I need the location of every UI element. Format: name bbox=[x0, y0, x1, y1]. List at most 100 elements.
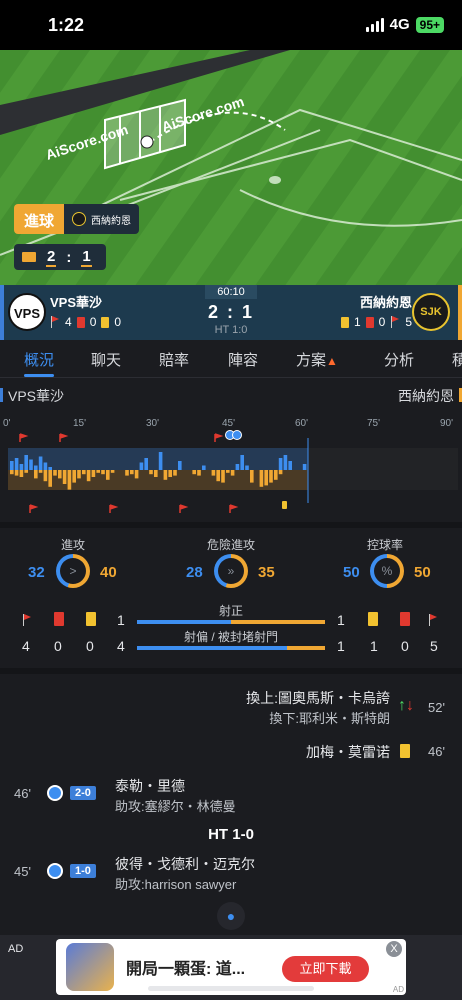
stats-panel: 進攻 32 > 40 危險進攻 28 » 35 控球率 50 % 50 1 射正… bbox=[0, 522, 462, 662]
home-momentum-bar bbox=[283, 455, 288, 470]
tab-odds[interactable]: 賠率 bbox=[159, 349, 189, 370]
away-momentum-bar bbox=[221, 470, 225, 483]
corner-flag-icon bbox=[109, 504, 119, 513]
corner-flag-icon bbox=[390, 316, 400, 328]
away-yellow: 1 bbox=[353, 315, 361, 329]
yellow-card-icon bbox=[400, 744, 410, 758]
tab-overview[interactable]: 概況 bbox=[24, 349, 54, 370]
tick-0: 0' bbox=[3, 418, 11, 429]
goal-event-badge: 進球 西納約恩 bbox=[14, 204, 140, 234]
shots-on-label: 射正 bbox=[218, 604, 243, 618]
corner-flag-icon bbox=[229, 504, 239, 513]
team-logo-icon bbox=[72, 212, 87, 226]
dangerous-away: 35 bbox=[258, 564, 275, 581]
home-momentum-bar bbox=[24, 455, 28, 470]
status-bar: 1:22 4G 95+ bbox=[0, 0, 462, 50]
home-momentum-bar bbox=[43, 462, 48, 470]
shots-off-bar bbox=[137, 646, 325, 650]
goal1-assist: 助攻:harrison sawyer bbox=[115, 877, 237, 892]
goal-ball-icon bbox=[232, 430, 242, 440]
corner-flag-icon bbox=[179, 504, 189, 513]
goal1-score: 1-0 bbox=[70, 864, 96, 878]
double-chevron-icon: » bbox=[218, 558, 244, 584]
goal-label: 進球 bbox=[14, 204, 65, 234]
corner-flag-icon bbox=[59, 433, 69, 442]
away-red-count: 0 bbox=[401, 638, 409, 654]
goal1-scorer: 彼得・戈德利・迈克尔 bbox=[115, 856, 255, 872]
dangerous-label: 危險進攻 bbox=[206, 538, 255, 552]
match-clock: 60:10 bbox=[205, 285, 257, 299]
away-red: 0 bbox=[378, 315, 386, 329]
away-momentum-bar bbox=[216, 470, 220, 482]
home-momentum-bar bbox=[10, 461, 14, 470]
home-band bbox=[8, 448, 308, 470]
home-momentum-bar bbox=[38, 456, 43, 470]
corner-flag-icon bbox=[19, 433, 29, 442]
ball-icon bbox=[140, 135, 154, 149]
away-momentum-bar bbox=[43, 470, 48, 482]
status-time: 1:22 bbox=[48, 15, 85, 35]
home-momentum-bar bbox=[34, 465, 38, 470]
tab-tips-label: 方案 bbox=[296, 352, 327, 369]
away-momentum-bar bbox=[130, 470, 134, 475]
away-momentum-bar bbox=[226, 470, 230, 473]
momentum-home-label: VPS華沙 bbox=[0, 388, 65, 404]
away-corners-count: 5 bbox=[430, 638, 438, 654]
home-momentum-bar bbox=[14, 458, 19, 470]
momentum-graph: 0' 15' 30' 45' 60' 75' 90' bbox=[3, 418, 458, 513]
tab-standings[interactable]: 積 bbox=[452, 349, 462, 370]
tab-tips[interactable]: 方案▲ bbox=[296, 349, 338, 370]
away-momentum-bar bbox=[77, 470, 81, 479]
yellow-card-icon bbox=[340, 316, 349, 328]
sub-out: 換下:耶利米・斯特朗 bbox=[269, 711, 390, 726]
goal-ball-icon bbox=[47, 863, 63, 879]
away-team-logo[interactable]: SJK bbox=[412, 293, 450, 331]
home-momentum-bar bbox=[278, 458, 283, 470]
away-momentum-bar bbox=[192, 470, 196, 475]
away-momentum-bar bbox=[82, 470, 86, 475]
ad-download-button[interactable]: 立即下載 bbox=[282, 956, 369, 982]
event-team-name: 西納約恩 bbox=[91, 215, 132, 227]
percent-icon: % bbox=[374, 558, 400, 584]
home-momentum-bar bbox=[235, 464, 240, 470]
momentum-header: VPS華沙 西納約恩 bbox=[0, 380, 462, 408]
ad-tag: AD bbox=[8, 943, 24, 955]
home-indicator[interactable] bbox=[148, 986, 314, 991]
yellow-card-icon bbox=[282, 501, 287, 509]
away-momentum-bar bbox=[106, 470, 110, 480]
away-momentum-bar bbox=[125, 470, 129, 476]
home-momentum-bar bbox=[158, 452, 163, 470]
away-momentum-bar bbox=[101, 470, 105, 475]
tick-15: 15' bbox=[73, 418, 86, 429]
goal2-assist: 助攻:塞繆尔・林德曼 bbox=[115, 799, 236, 814]
away-momentum-bar bbox=[197, 470, 201, 476]
tab-lineup[interactable]: 陣容 bbox=[228, 349, 258, 370]
tab-analysis[interactable]: 分析 bbox=[384, 349, 414, 370]
goal2-score: 2-0 bbox=[70, 786, 96, 800]
goal-ball-icon bbox=[47, 785, 63, 801]
dangerous-ring: » bbox=[214, 554, 248, 588]
possession-ring: % bbox=[370, 554, 404, 588]
home-momentum-bar bbox=[240, 455, 244, 470]
attack-home: 32 bbox=[28, 564, 45, 581]
home-momentum-bar bbox=[19, 464, 24, 470]
away-momentum-bar bbox=[264, 470, 268, 486]
ad-close-button[interactable]: X bbox=[386, 941, 402, 957]
tick-30: 30' bbox=[146, 418, 159, 429]
momentum-chart[interactable]: 0' 15' 30' 45' 60' 75' 90' bbox=[0, 408, 462, 516]
shots-off-away: 1 bbox=[337, 638, 345, 654]
active-tab-indicator bbox=[24, 374, 54, 377]
anim-score-home: 2 bbox=[46, 247, 57, 267]
match-animation[interactable]: AiScore.com AiScore.com 進球 西納約恩 2 : 1 bbox=[0, 50, 462, 285]
away-team-name[interactable]: 西納約恩 bbox=[360, 292, 412, 311]
away-momentum-bar bbox=[274, 470, 278, 480]
away-momentum-bar bbox=[259, 470, 264, 487]
tab-chat[interactable]: 聊天 bbox=[91, 349, 121, 370]
away-corner-icon bbox=[428, 614, 438, 626]
attack-label: 進攻 bbox=[60, 538, 85, 552]
away-momentum-bar bbox=[19, 470, 24, 477]
tab-bar: 概況 聊天 賠率 陣容 方案▲ 分析 積 bbox=[0, 340, 462, 378]
away-momentum-bar bbox=[34, 470, 38, 479]
away-yellow-card-icon bbox=[368, 612, 378, 626]
away-momentum-bar bbox=[149, 470, 153, 475]
